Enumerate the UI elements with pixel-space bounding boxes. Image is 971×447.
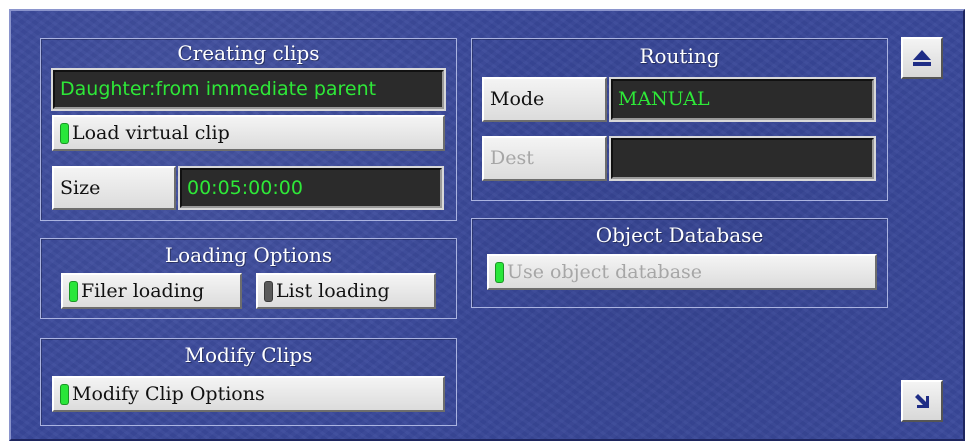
dest-button[interactable]: Dest bbox=[482, 136, 607, 181]
modify-clip-options-button[interactable]: Modify Clip Options bbox=[52, 376, 445, 412]
load-virtual-clip-button[interactable]: Load virtual clip bbox=[52, 115, 445, 151]
dest-label: Dest bbox=[490, 147, 534, 169]
eject-button[interactable] bbox=[901, 37, 943, 79]
mode-label: Mode bbox=[490, 88, 545, 110]
eject-icon bbox=[913, 50, 931, 66]
daughter-clip-field[interactable]: Daughter:from immediate parent bbox=[53, 70, 444, 109]
use-object-database-led bbox=[495, 261, 504, 283]
filer-loading-button[interactable]: Filer loading bbox=[61, 273, 242, 309]
size-label: Size bbox=[60, 176, 101, 199]
filer-loading-label: Filer loading bbox=[81, 279, 205, 302]
filer-loading-led bbox=[69, 280, 78, 302]
modify-clip-options-led bbox=[60, 383, 69, 405]
mode-value-field[interactable]: MANUAL bbox=[611, 79, 874, 120]
use-object-database-button[interactable]: Use object database bbox=[487, 254, 877, 290]
list-loading-led bbox=[264, 280, 273, 302]
load-virtual-clip-label: Load virtual clip bbox=[72, 121, 230, 144]
arrow-down-right-button[interactable] bbox=[901, 380, 943, 422]
routing-title: Routing bbox=[639, 44, 720, 68]
loading-options-title: Loading Options bbox=[164, 243, 333, 267]
modify-clip-options-label: Modify Clip Options bbox=[72, 382, 265, 405]
list-loading-button[interactable]: List loading bbox=[256, 273, 436, 309]
mode-button[interactable]: Mode bbox=[482, 77, 607, 122]
modify-clips-title: Modify Clips bbox=[184, 343, 313, 367]
size-timecode-field[interactable]: 00:05:00:00 bbox=[180, 168, 442, 208]
arrow-down-right-icon bbox=[915, 394, 929, 408]
clip-settings-panel: Creating clips Daughter:from immediate p… bbox=[9, 9, 965, 441]
creating-clips-title: Creating clips bbox=[177, 41, 320, 65]
dest-value-field[interactable] bbox=[611, 138, 874, 179]
object-database-title: Object Database bbox=[595, 223, 764, 247]
use-object-database-label: Use object database bbox=[507, 260, 703, 283]
size-button[interactable]: Size bbox=[52, 166, 176, 210]
load-virtual-clip-led bbox=[60, 122, 69, 144]
list-loading-label: List loading bbox=[276, 279, 390, 302]
